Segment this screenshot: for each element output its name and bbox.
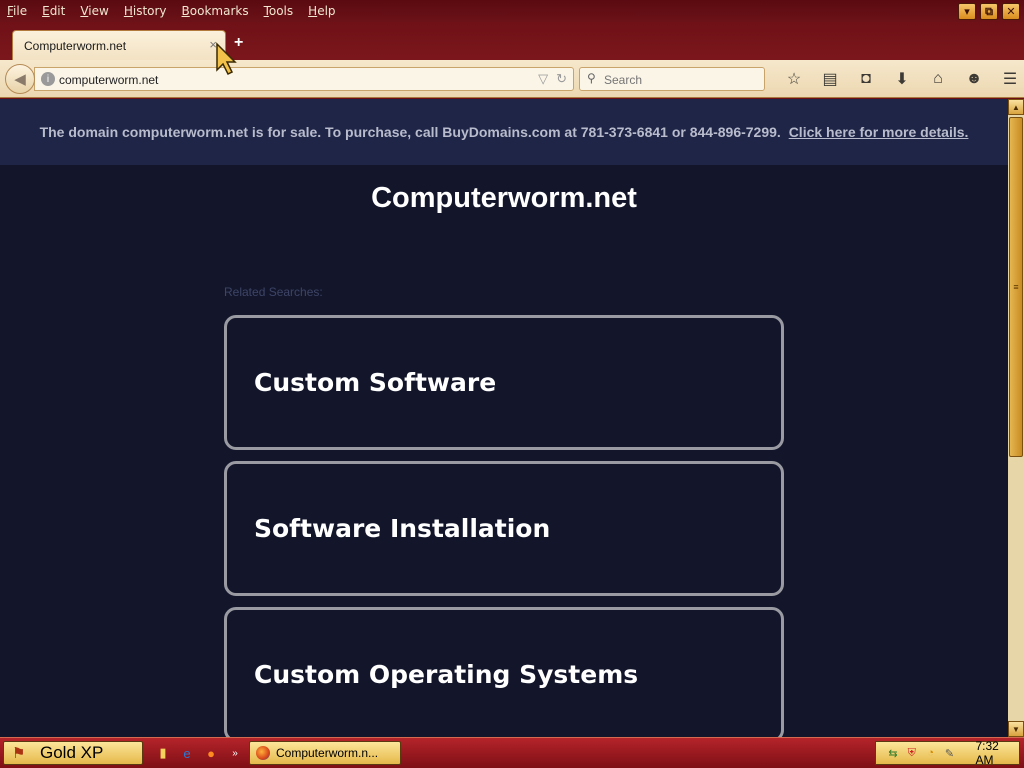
url-bar[interactable]: i computerworm.net ▽ ↻ xyxy=(34,67,574,91)
scroll-down-icon[interactable]: ▼ xyxy=(1008,721,1024,737)
menu-tools[interactable]: Tools xyxy=(257,4,302,18)
firefox-icon[interactable]: ● xyxy=(202,744,220,762)
mouse-cursor-icon xyxy=(216,42,237,76)
menu-icon[interactable]: ☰ xyxy=(992,68,1024,90)
related-search-label: Custom Operating Systems xyxy=(254,660,639,689)
back-arrow-icon: ◀ xyxy=(14,71,26,88)
site-identity-icon[interactable]: i xyxy=(41,72,55,86)
scroll-thumb[interactable]: ≡ xyxy=(1009,117,1023,457)
menu-file[interactable]: File xyxy=(0,4,35,18)
overflow-chevron-icon[interactable]: » xyxy=(226,744,244,762)
menu-view[interactable]: View xyxy=(73,4,116,18)
window-controls: ▾ ⧉ ✕ xyxy=(958,3,1020,20)
menu-edit[interactable]: Edit xyxy=(35,4,73,18)
sale-banner: The domain computerworm.net is for sale.… xyxy=(0,99,1008,165)
related-search-item[interactable]: Software Installation xyxy=(224,461,784,596)
dropdown-history-icon[interactable]: ▽ xyxy=(538,71,548,87)
search-input[interactable] xyxy=(604,73,754,87)
download-icon[interactable]: ⬇ xyxy=(884,68,920,90)
menu-history[interactable]: History xyxy=(117,4,175,18)
toolbar-icons: ☆ ▤ ◘ ⬇ ⌂ ☻ ☰ xyxy=(776,68,1024,90)
home-icon[interactable]: ⌂ xyxy=(920,68,956,90)
related-search-label: Custom Software xyxy=(254,368,497,397)
url-text[interactable]: computerworm.net xyxy=(59,73,158,87)
banner-text: The domain computerworm.net is for sale.… xyxy=(40,124,969,140)
security-shield-icon[interactable]: ⛨ xyxy=(905,746,919,760)
reading-list-icon[interactable]: ▤ xyxy=(812,68,848,90)
related-search-item[interactable]: Custom Software xyxy=(224,315,784,450)
related-search-label: Software Installation xyxy=(254,514,551,543)
banner-message: The domain computerworm.net is for sale.… xyxy=(39,124,781,140)
internet-explorer-icon[interactable]: e xyxy=(178,744,196,762)
page-content: The domain computerworm.net is for sale.… xyxy=(0,99,1008,737)
network-icon[interactable]: ⇆ xyxy=(886,746,900,760)
related-searches-label: Related Searches: xyxy=(224,285,323,299)
quick-launch: ▮ e ● » xyxy=(154,744,244,762)
banner-details-link[interactable]: Click here for more details. xyxy=(789,124,969,140)
firefox-icon xyxy=(256,746,270,760)
update-icon[interactable]: ◔ xyxy=(924,746,938,760)
taskbar-firefox-window[interactable]: Computerworm.n... xyxy=(249,741,401,765)
bookmark-star-icon[interactable]: ☆ xyxy=(776,68,812,90)
search-bar[interactable]: ⚲ xyxy=(579,67,765,91)
pocket-icon[interactable]: ◘ xyxy=(848,68,884,90)
back-button[interactable]: ◀ xyxy=(5,64,35,94)
taskbar: ⚑ Gold XP ▮ e ● » Computerworm.n... ⇆ ⛨ … xyxy=(0,737,1024,768)
vertical-scrollbar[interactable]: ▲ ≡ ▼ xyxy=(1008,99,1024,737)
clock[interactable]: 7:32 AM xyxy=(975,739,1019,767)
close-icon[interactable]: ✕ xyxy=(1002,3,1020,20)
page-title: Computerworm.net xyxy=(371,182,637,214)
menu-bookmarks[interactable]: Bookmarks xyxy=(175,4,257,18)
tab-strip: Computerworm.net × + xyxy=(0,22,1024,60)
tab-computerworm[interactable]: Computerworm.net × xyxy=(12,30,226,60)
show-desktop-icon[interactable]: ▮ xyxy=(154,744,172,762)
scroll-up-icon[interactable]: ▲ xyxy=(1008,99,1024,115)
tab-title: Computerworm.net xyxy=(24,39,127,53)
minimize-icon[interactable]: ▾ xyxy=(958,3,976,20)
start-label: Gold XP xyxy=(40,743,104,762)
hello-chat-icon[interactable]: ☻ xyxy=(956,68,992,90)
tools-icon[interactable]: ✎ xyxy=(943,746,957,760)
task-label: Computerworm.n... xyxy=(276,746,379,760)
system-tray: ⇆ ⛨ ◔ ✎ 7:32 AM xyxy=(875,739,1020,767)
restore-icon[interactable]: ⧉ xyxy=(980,3,998,20)
menu-help[interactable]: Help xyxy=(301,4,343,18)
windows-flag-icon: ⚑ xyxy=(12,745,26,762)
search-icon: ⚲ xyxy=(587,71,596,85)
start-button[interactable]: ⚑ Gold XP xyxy=(3,741,143,765)
related-search-item[interactable]: Custom Operating Systems xyxy=(224,607,784,737)
navigation-bar: i computerworm.net ▽ ↻ ◀ ⚲ ☆ ▤ ◘ ⬇ ⌂ ☻ ☰ xyxy=(0,60,1024,98)
reload-icon[interactable]: ↻ xyxy=(556,71,567,87)
menu-bar: File Edit View History Bookmarks Tools H… xyxy=(0,0,1024,22)
